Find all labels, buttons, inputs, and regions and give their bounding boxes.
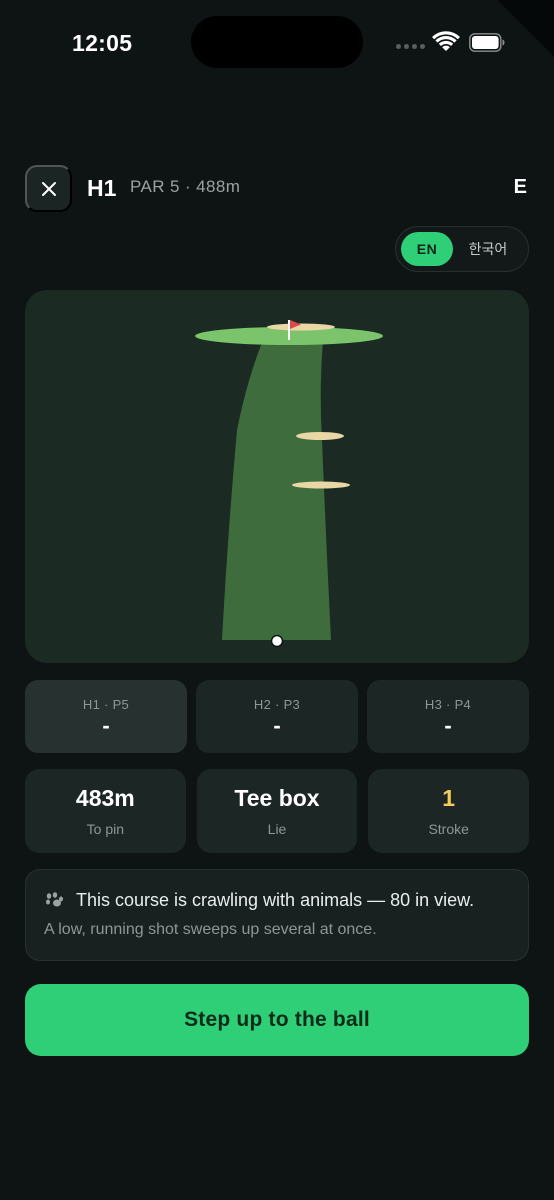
stat-label: To pin [86, 821, 125, 837]
hole-card-score: - [444, 713, 452, 738]
info-tip: A low, running shot sweeps up several at… [44, 921, 377, 938]
hole-header: H1 PAR 5 · 488m E [25, 165, 529, 213]
hole-card-score: - [102, 713, 110, 738]
hole-par-distance: PAR 5 · 488m [130, 177, 241, 196]
ball-marker[interactable] [270, 634, 284, 648]
hole-card-h2[interactable]: H2 · P3 - [196, 680, 358, 753]
stat-value: 1 [442, 785, 456, 811]
dynamic-island [191, 16, 363, 68]
status-time: 12:05 [72, 30, 133, 56]
hole-card-score: - [273, 713, 281, 738]
stat-lie: Tee box Lie [196, 769, 358, 853]
hole-card-label: H2 · P3 [253, 697, 301, 712]
shot-stats: 483m To pin Tee box Lie 1 Stroke [25, 769, 530, 853]
close-icon [41, 181, 56, 196]
fairway [222, 340, 331, 640]
language-option-ko[interactable]: 한국어 [453, 239, 523, 259]
paw-icon [46, 891, 63, 906]
hole-scorecard: H1 · P5 - H2 · P3 - H3 · P4 - [25, 680, 529, 753]
hole-id: H1 [87, 175, 117, 201]
info-headline: This course is crawling with animals — 8… [76, 890, 475, 910]
language-option-en[interactable]: EN [401, 232, 453, 266]
wifi-icon [432, 31, 460, 51]
stat-distance-to-pin: 483m To pin [25, 769, 186, 853]
language-toggle: EN 한국어 [395, 226, 529, 272]
fairway-bunker-upper [296, 432, 344, 440]
signal-icon [396, 44, 425, 49]
screen: 12:05 H1 PAR 5 · 488m E EN 한국어 H1 · P5 -… [0, 0, 554, 1200]
course-info-card: This course is crawling with animals — 8… [25, 869, 529, 961]
hole-card-label: H3 · P4 [424, 697, 472, 712]
hole-card-h1[interactable]: H1 · P5 - [25, 680, 187, 753]
fairway-bunker-lower [292, 481, 350, 489]
stat-value: Tee box [234, 785, 320, 811]
step-up-button[interactable]: Step up to the ball [25, 984, 529, 1056]
hole-map[interactable] [25, 290, 529, 663]
status-bar: 12:05 [0, 0, 554, 90]
stat-value: 483m [75, 785, 135, 811]
close-button[interactable] [25, 165, 72, 212]
stat-label: Stroke [428, 821, 469, 837]
info-headline-row: This course is crawling with animals — 8… [44, 890, 510, 911]
hole-map-svg [195, 320, 383, 648]
green-bunker [267, 323, 335, 331]
hole-card-h3[interactable]: H3 · P4 - [367, 680, 529, 753]
stat-label: Lie [267, 821, 287, 837]
stat-stroke: 1 Stroke [368, 769, 530, 853]
battery-icon [469, 33, 505, 52]
score-to-par: E [513, 176, 527, 198]
hole-card-label: H1 · P5 [82, 697, 130, 712]
